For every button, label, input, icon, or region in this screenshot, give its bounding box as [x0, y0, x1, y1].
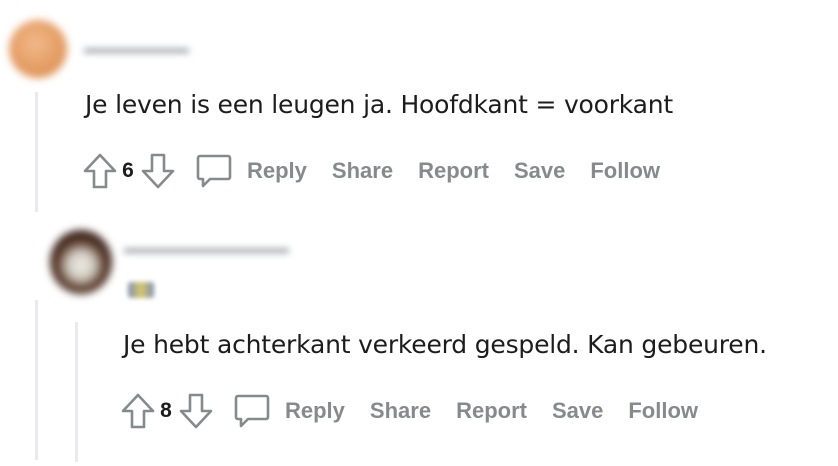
comment-action-bar: 8 Reply Share Report Save Follow	[119, 391, 698, 431]
reply-button[interactable]: Reply	[233, 392, 345, 430]
avatar[interactable]	[9, 20, 67, 78]
report-button[interactable]: Report	[456, 398, 527, 424]
comment-action-bar: 6 Reply Share Report Save Follow	[81, 151, 660, 191]
vote-count: 8	[160, 399, 172, 422]
upvote-arrow-icon[interactable]	[81, 151, 119, 191]
reply-label: Reply	[247, 158, 307, 183]
comment-body: Je leven is een leugen ja. Hoofdkant = v…	[85, 90, 674, 119]
reply-button[interactable]: Reply	[195, 152, 307, 190]
follow-button[interactable]: Follow	[628, 398, 698, 424]
save-button[interactable]: Save	[514, 158, 565, 184]
thread-line-top-level[interactable]	[35, 92, 38, 212]
user-flair-obscured	[128, 282, 154, 298]
comment-bubble-icon	[233, 392, 271, 430]
follow-button[interactable]: Follow	[590, 158, 660, 184]
username-obscured[interactable]: ▬▬▬▬▬▬▬▬▬▬▬	[124, 240, 289, 257]
report-button[interactable]: Report	[418, 158, 489, 184]
comment-body: Je hebt achterkant verkeerd gespeld. Kan…	[123, 330, 767, 359]
downvote-arrow-icon[interactable]	[177, 391, 215, 431]
username-obscured[interactable]: ▬▬▬▬▬▬▬	[84, 40, 189, 57]
thread-line-top-level-continued[interactable]	[35, 300, 38, 460]
thread-line-reply[interactable]	[75, 322, 78, 462]
upvote-arrow-icon[interactable]	[119, 391, 157, 431]
avatar[interactable]	[50, 230, 112, 294]
vote-count: 6	[122, 159, 134, 182]
save-button[interactable]: Save	[552, 398, 603, 424]
share-button[interactable]: Share	[332, 158, 393, 184]
downvote-arrow-icon[interactable]	[139, 151, 177, 191]
comment-bubble-icon	[195, 152, 233, 190]
reply-label: Reply	[285, 398, 345, 423]
share-button[interactable]: Share	[370, 398, 431, 424]
